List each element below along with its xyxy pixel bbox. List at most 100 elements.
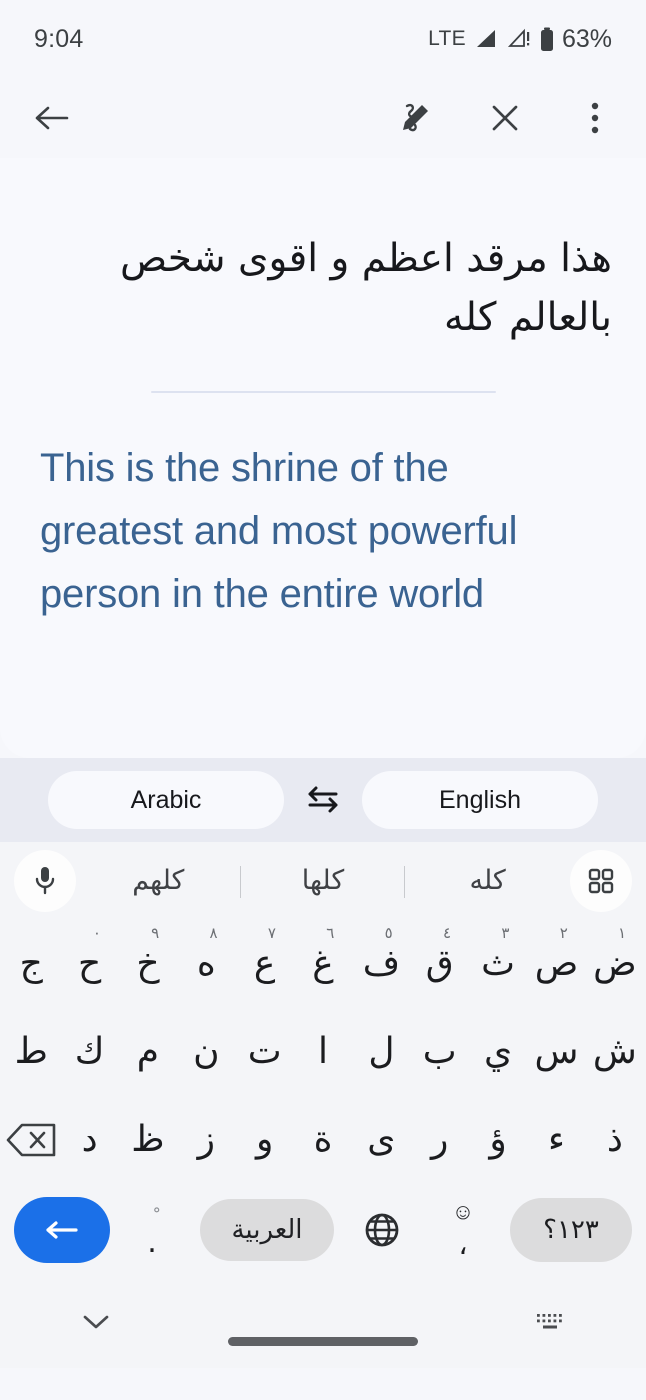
home-indicator[interactable] — [228, 1337, 418, 1346]
key-label: ب — [422, 1031, 457, 1072]
microphone-icon[interactable] — [14, 850, 76, 912]
back-arrow-icon[interactable] — [28, 95, 74, 141]
backspace-icon[interactable] — [2, 1096, 60, 1184]
signal-warning-icon — [506, 28, 532, 50]
suggestion-item[interactable]: كلها — [241, 842, 406, 920]
target-text[interactable]: This is the shrine of the greatest and m… — [0, 393, 646, 627]
key[interactable]: د — [60, 1096, 118, 1184]
key[interactable]: ن — [177, 1008, 235, 1096]
keyboard: كله كلها كلهم ١ض ٢ص ٣ث ٤ق ٥ف ٦غ ٧ع ٨ه ٩خ… — [0, 842, 646, 1276]
divider — [0, 347, 646, 393]
key[interactable]: م — [119, 1008, 177, 1096]
keyboard-row-bottom: ١٢٣؟ ☺ ، العربية ْ . — [0, 1184, 646, 1276]
more-options-icon[interactable] — [572, 95, 618, 141]
key[interactable]: ط — [2, 1008, 60, 1096]
key-label: ق — [425, 943, 454, 984]
key-label: ش — [592, 1031, 637, 1072]
handwriting-icon[interactable] — [392, 95, 438, 141]
keyboard-row-2: ش س ي ب ل ا ت ن م ك ط — [0, 1008, 646, 1096]
key-label: ز — [197, 1119, 215, 1160]
key[interactable]: ذ — [586, 1096, 644, 1184]
key-label: ذ — [606, 1119, 623, 1160]
key-label: ء — [548, 1119, 565, 1160]
enter-key[interactable] — [14, 1197, 110, 1263]
key[interactable]: ى — [352, 1096, 410, 1184]
key[interactable]: ب — [411, 1008, 469, 1096]
key-digit: ٨ — [209, 924, 218, 942]
emoji-icon: ☺ — [451, 1199, 475, 1224]
key-label: ط — [14, 1031, 48, 1072]
key-label: ل — [368, 1031, 395, 1072]
period-key[interactable]: ْ . — [110, 1194, 194, 1266]
key[interactable]: ٥ف — [352, 920, 410, 1008]
key[interactable]: ج — [2, 920, 60, 1008]
key-label: ى — [367, 1119, 396, 1160]
key[interactable]: ا — [294, 1008, 352, 1096]
suggestion-item[interactable]: كلهم — [76, 842, 241, 920]
enter-arrow-icon — [46, 1221, 78, 1239]
source-text[interactable]: هذا مرقد اعظم و اقوى شخص بالعالم كله — [0, 158, 646, 347]
suggestion-list: كله كلها كلهم — [76, 842, 570, 920]
key-label: ر — [431, 1119, 449, 1160]
comma-key[interactable]: ☺ ، — [424, 1194, 502, 1266]
key[interactable]: ٦غ — [294, 920, 352, 1008]
target-language-chip[interactable]: English — [362, 771, 598, 829]
signal-bars-icon — [473, 28, 499, 50]
key[interactable]: ل — [352, 1008, 410, 1096]
suggestion-item[interactable]: كله — [405, 842, 570, 920]
key-label: خ — [136, 943, 160, 984]
space-key[interactable]: العربية — [200, 1199, 334, 1261]
key-digit: ٠ — [92, 924, 101, 942]
key-label: ج — [19, 943, 43, 984]
key[interactable]: ك — [60, 1008, 118, 1096]
battery-icon — [539, 27, 555, 52]
key-digit: ٤ — [442, 924, 452, 942]
key-digit: ٥ — [384, 924, 393, 942]
key[interactable]: ز — [177, 1096, 235, 1184]
key-label: ث — [481, 943, 516, 984]
status-bar: 9:04 LTE 63% — [0, 0, 646, 78]
key[interactable]: ١ض — [586, 920, 644, 1008]
keyboard-menu-icon[interactable] — [570, 850, 632, 912]
swap-languages-icon[interactable] — [284, 771, 362, 829]
language-bar: Arabic English — [0, 758, 646, 842]
globe-icon[interactable] — [340, 1194, 424, 1266]
close-icon[interactable] — [482, 95, 528, 141]
key[interactable]: ت — [235, 1008, 293, 1096]
key[interactable]: س — [527, 1008, 585, 1096]
key[interactable]: ة — [294, 1096, 352, 1184]
translation-card: هذا مرقد اعظم و اقوى شخص بالعالم كله Thi… — [0, 158, 646, 758]
key-digit: ٩ — [151, 924, 160, 942]
key[interactable]: ظ — [119, 1096, 177, 1184]
key-digit: ٦ — [326, 924, 335, 942]
key[interactable]: ي — [469, 1008, 527, 1096]
key-digit: ١ — [618, 924, 627, 942]
battery-percent-label: 63% — [561, 24, 612, 53]
key-label: ح — [77, 943, 102, 984]
key[interactable]: ٤ق — [411, 920, 469, 1008]
key[interactable]: ٣ث — [469, 920, 527, 1008]
key[interactable]: ٧ع — [235, 920, 293, 1008]
key[interactable]: ٢ص — [527, 920, 585, 1008]
symbols-key[interactable]: ١٢٣؟ — [510, 1198, 632, 1262]
key-label: ة — [313, 1119, 333, 1160]
network-type-label: LTE — [428, 27, 466, 50]
key[interactable]: ٨ه — [177, 920, 235, 1008]
key-label: د — [81, 1119, 98, 1160]
key[interactable]: ء — [527, 1096, 585, 1184]
key[interactable]: ش — [586, 1008, 644, 1096]
key-label: ه — [196, 943, 216, 984]
key-label: ا — [318, 1031, 329, 1072]
key[interactable]: ٠ح — [60, 920, 118, 1008]
source-language-chip[interactable]: Arabic — [48, 771, 284, 829]
key-label: غ — [312, 943, 334, 984]
key-digit: ٢ — [559, 924, 568, 942]
key-label: و — [255, 1119, 274, 1160]
switch-keyboard-icon[interactable] — [524, 1296, 576, 1348]
key[interactable]: ر — [411, 1096, 469, 1184]
hide-keyboard-icon[interactable] — [70, 1296, 122, 1348]
key[interactable]: ؤ — [469, 1096, 527, 1184]
key-label: ع — [253, 943, 276, 984]
key[interactable]: ٩خ — [119, 920, 177, 1008]
key[interactable]: و — [235, 1096, 293, 1184]
